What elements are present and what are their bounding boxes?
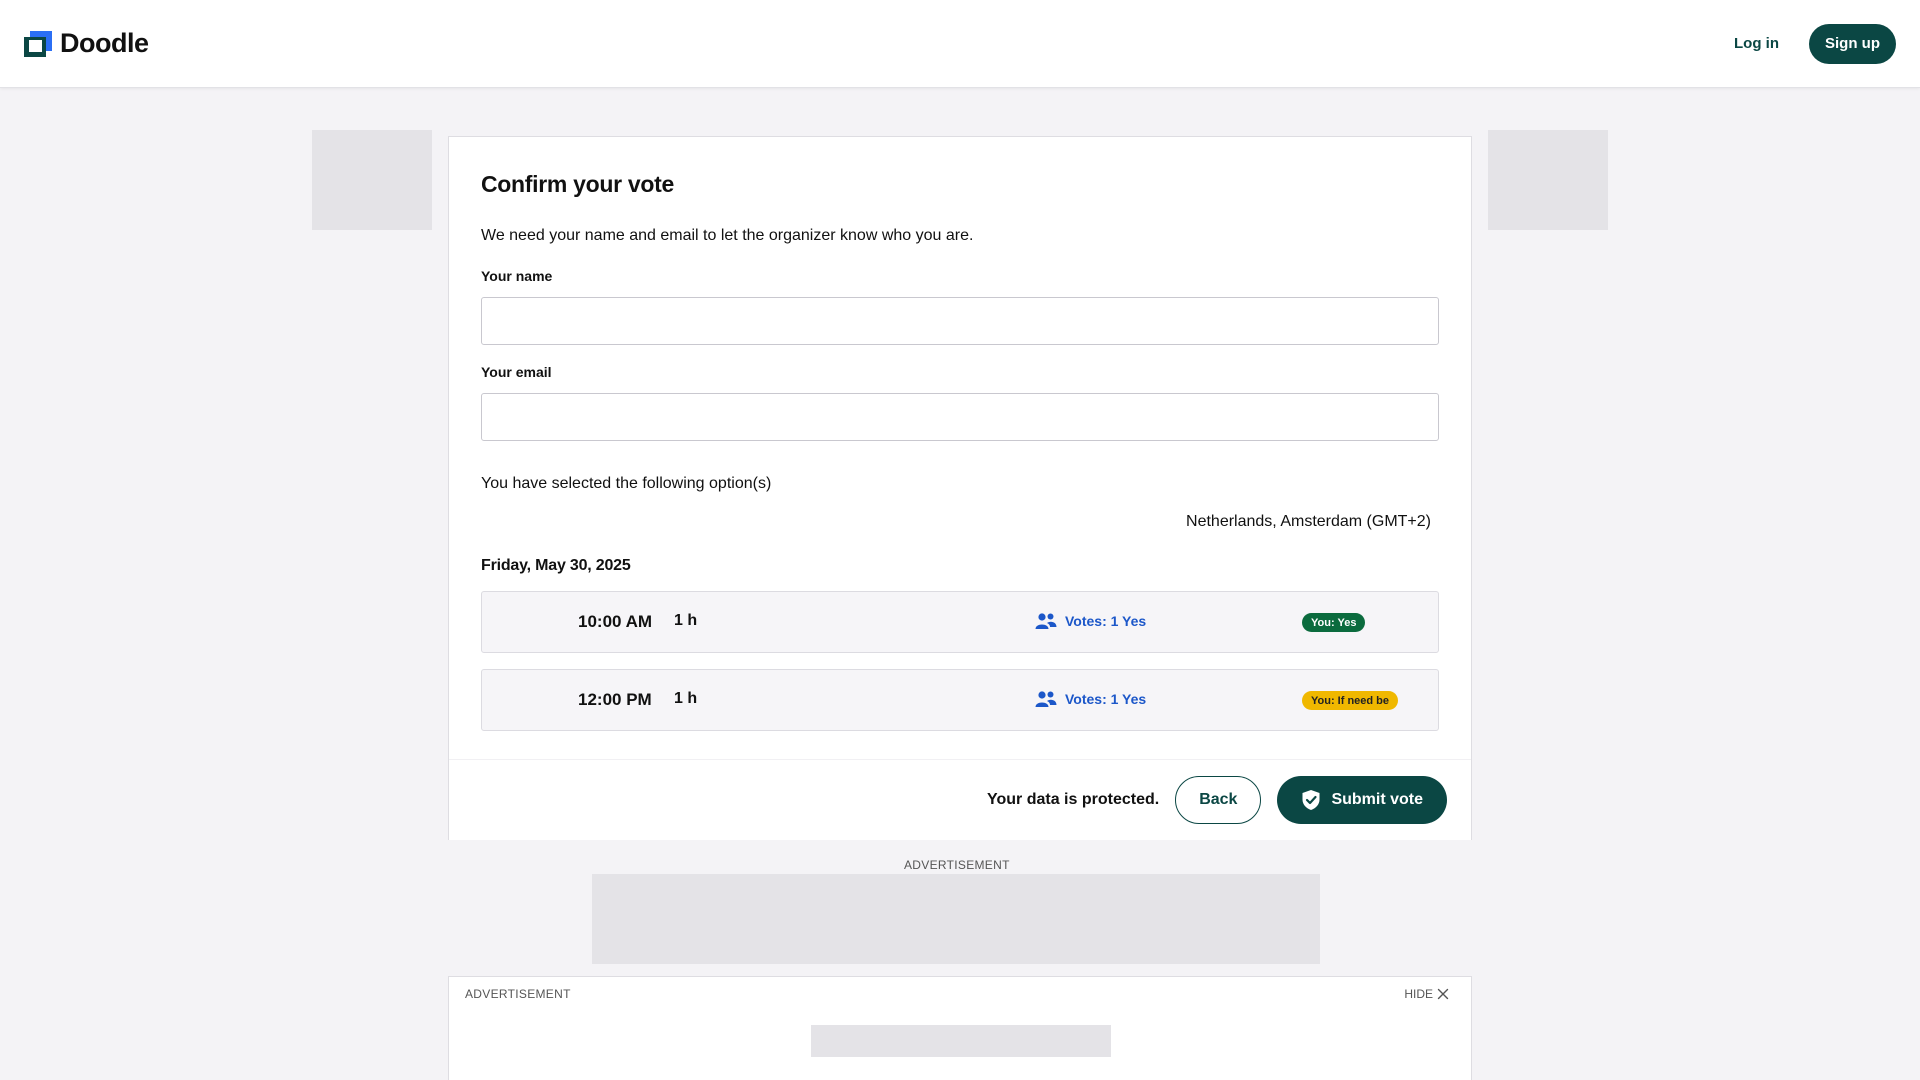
login-link[interactable]: Log in: [1734, 35, 1779, 52]
center-ad-placeholder: [592, 874, 1320, 964]
slot-votes-label: Votes: 1 Yes: [1065, 613, 1147, 629]
doodle-logo-icon: [24, 30, 52, 57]
slot-time: 10:00 AM: [578, 612, 653, 631]
top-header: Doodle Log in Sign up: [0, 0, 1920, 88]
page-title: Confirm your vote: [481, 171, 674, 197]
advertisement-label: ADVERTISEMENT: [904, 858, 1010, 872]
date-heading: Friday, May 30, 2025: [481, 557, 631, 574]
shield-check-icon: [1302, 790, 1320, 810]
card-footer: Your data is protected. Back Submit vote: [449, 759, 1471, 840]
doodle-logo[interactable]: Doodle: [24, 28, 149, 59]
bottom-ad-placeholder: [811, 1025, 1111, 1057]
hide-ad-button[interactable]: HIDE: [1404, 987, 1449, 1001]
people-icon: [1035, 613, 1057, 629]
logo-text: Doodle: [60, 28, 149, 58]
left-ad-placeholder: [312, 130, 432, 230]
email-label: Your email: [481, 364, 552, 380]
people-icon: [1035, 691, 1057, 707]
submit-vote-label: Submit vote: [1331, 791, 1423, 808]
close-icon: [1437, 988, 1449, 1000]
data-protected-text: Your data is protected.: [987, 791, 1160, 808]
slot-time: 12:00 PM: [578, 690, 652, 709]
slot-duration: 1 h: [674, 690, 698, 707]
time-slot: 10:00 AM 1 h Votes: 1 Yes You: Yes: [481, 591, 1439, 653]
slot-duration: 1 h: [674, 612, 698, 629]
time-slot: 12:00 PM 1 h Votes: 1 Yes You: If need b…: [481, 669, 1439, 731]
right-ad-placeholder: [1488, 130, 1608, 230]
hide-label: HIDE: [1404, 987, 1433, 1001]
timezone-label: Netherlands, Amsterdam (GMT+2): [1186, 513, 1431, 530]
slot-votes[interactable]: Votes: 1 Yes: [1035, 690, 1146, 708]
selected-options-text: You have selected the following option(s…: [481, 475, 772, 492]
signup-button[interactable]: Sign up: [1809, 23, 1896, 64]
name-label: Your name: [481, 268, 553, 284]
confirm-vote-card: Confirm your vote We need your name and …: [448, 136, 1472, 840]
slot-votes-label: Votes: 1 Yes: [1065, 691, 1147, 707]
your-vote-badge: You: Yes: [1302, 613, 1366, 632]
name-field[interactable]: [481, 297, 1439, 345]
back-button[interactable]: Back: [1175, 776, 1262, 824]
page-subtitle: We need your name and email to let the o…: [481, 227, 974, 244]
advertisement-label: ADVERTISEMENT: [465, 987, 571, 1001]
your-vote-badge: You: If need be: [1302, 691, 1399, 710]
submit-vote-button[interactable]: Submit vote: [1277, 776, 1447, 824]
header-actions: Log in Sign up: [1734, 23, 1896, 64]
slot-votes[interactable]: Votes: 1 Yes: [1035, 612, 1146, 630]
email-field[interactable]: [481, 393, 1439, 441]
bottom-ad-banner: ADVERTISEMENT HIDE: [448, 976, 1472, 1080]
